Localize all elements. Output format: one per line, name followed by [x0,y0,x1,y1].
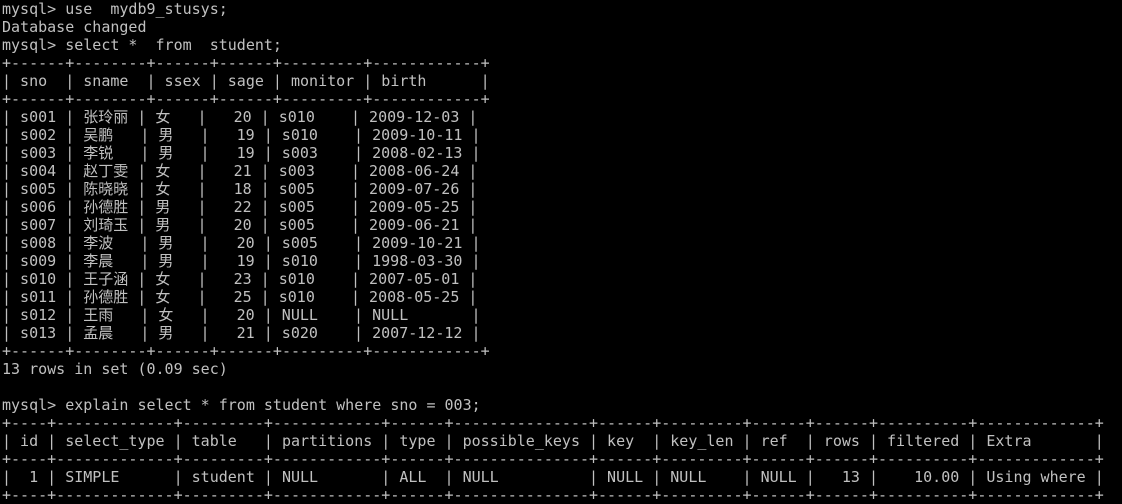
table-border: +----+-------------+---------+----------… [2,414,1104,432]
table-row: | s005 | 陈晓晓 | 女 | 18 | s005 | 2009-07-2… [2,180,478,198]
table-row: | s009 | 李晨 | 男 | 19 | s010 | 1998-03-30… [2,252,481,270]
table-row: | s008 | 李波 | 男 | 20 | s005 | 2009-10-21… [2,234,481,252]
table-row: | s001 | 张玲丽 | 女 | 20 | s010 | 2009-12-0… [2,108,478,126]
command-text: select * from student; [65,36,282,54]
table-border: +----+-------------+---------+----------… [2,486,1104,504]
command-line: mysql> explain select * from student whe… [2,396,1122,414]
command-text: explain select * from student where sno … [65,396,481,414]
table-row: | s003 | 李锐 | 男 | 19 | s003 | 2008-02-13… [2,144,481,162]
command-line: mysql> use mydb9_stusys; [2,0,1122,18]
table-row: | s006 | 孙德胜 | 男 | 22 | s005 | 2009-05-2… [2,198,478,216]
mysql-prompt: mysql> [2,0,66,18]
table-row: | s007 | 刘琦玉 | 男 | 20 | s005 | 2009-06-2… [2,216,478,234]
table-border: +------+--------+------+------+---------… [2,90,490,108]
table-row: | s011 | 孙德胜 | 女 | 25 | s010 | 2008-05-2… [2,288,478,306]
command-line: mysql> select * from student; [2,36,1122,54]
output-line: Database changed [2,18,147,36]
table-border: +----+-------------+---------+----------… [2,450,1104,468]
table-row: | 1 | SIMPLE | student | NULL | ALL | NU… [2,468,1104,486]
terminal-console[interactable]: mysql> use mydb9_stusys; Database changed… [0,0,1122,504]
table-border: +------+--------+------+------+---------… [2,342,490,360]
table-row: | sno | sname | ssex | sage | monitor | … [2,72,490,90]
command-text: use mydb9_stusys; [65,0,228,18]
output-line: 13 rows in set (0.09 sec) [2,360,228,378]
mysql-prompt: mysql> [2,396,66,414]
table-row: | s012 | 王雨 | 女 | 20 | NULL | NULL | [2,306,481,324]
table-row: | id | select_type | table | partitions … [2,432,1104,450]
table-row: | s013 | 孟晨 | 男 | 21 | s020 | 2007-12-12… [2,324,481,342]
table-row: | s010 | 王子涵 | 女 | 23 | s010 | 2007-05-0… [2,270,478,288]
table-border: +------+--------+------+------+---------… [2,54,490,72]
table-row: | s002 | 吴鹏 | 男 | 19 | s010 | 2009-10-11… [2,126,481,144]
mysql-prompt: mysql> [2,36,66,54]
table-row: | s004 | 赵丁雯 | 女 | 21 | s003 | 2008-06-2… [2,162,478,180]
